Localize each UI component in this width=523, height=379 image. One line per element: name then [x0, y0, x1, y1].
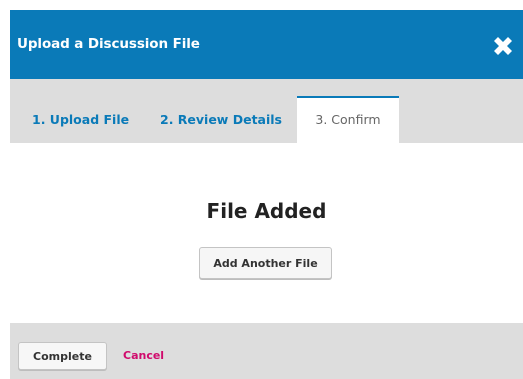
- tab-review-details[interactable]: 2. Review Details: [160, 96, 282, 143]
- cancel-link[interactable]: Cancel: [123, 342, 164, 370]
- modal-title: Upload a Discussion File: [17, 36, 200, 52]
- wizard-tabs: 1. Upload File 2. Review Details 3. Conf…: [10, 79, 523, 143]
- modal-footer: Complete Cancel: [10, 323, 523, 379]
- close-icon[interactable]: [491, 34, 515, 58]
- modal-header: Upload a Discussion File: [10, 10, 523, 79]
- complete-button[interactable]: Complete: [18, 342, 107, 370]
- add-another-file-button[interactable]: Add Another File: [199, 247, 332, 279]
- upload-discussion-file-modal: Upload a Discussion File 1. Upload File …: [0, 0, 523, 379]
- tab-upload-file[interactable]: 1. Upload File: [32, 96, 129, 143]
- tab-confirm[interactable]: 3. Confirm: [297, 96, 399, 143]
- confirm-panel: File Added Add Another File: [10, 143, 523, 323]
- file-added-heading: File Added: [206, 199, 327, 223]
